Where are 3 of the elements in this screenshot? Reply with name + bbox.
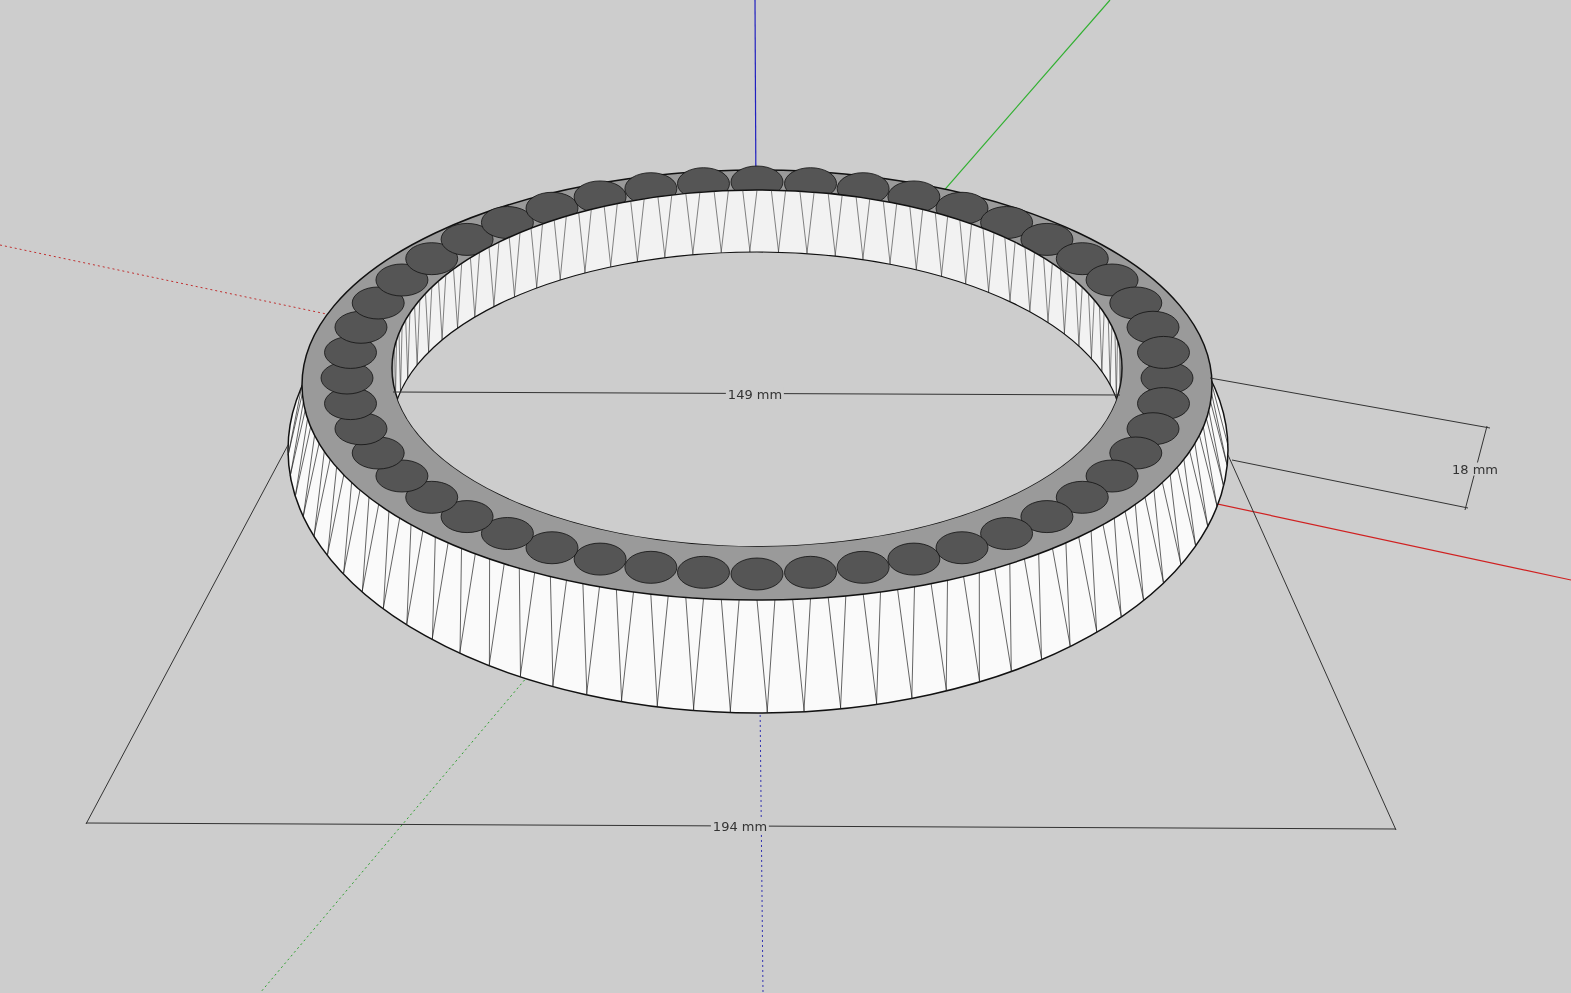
dimension-label: 149 mm bbox=[725, 387, 785, 401]
dimension-label: 194 mm bbox=[710, 819, 770, 833]
dimension-label: 18 mm bbox=[1450, 462, 1500, 476]
